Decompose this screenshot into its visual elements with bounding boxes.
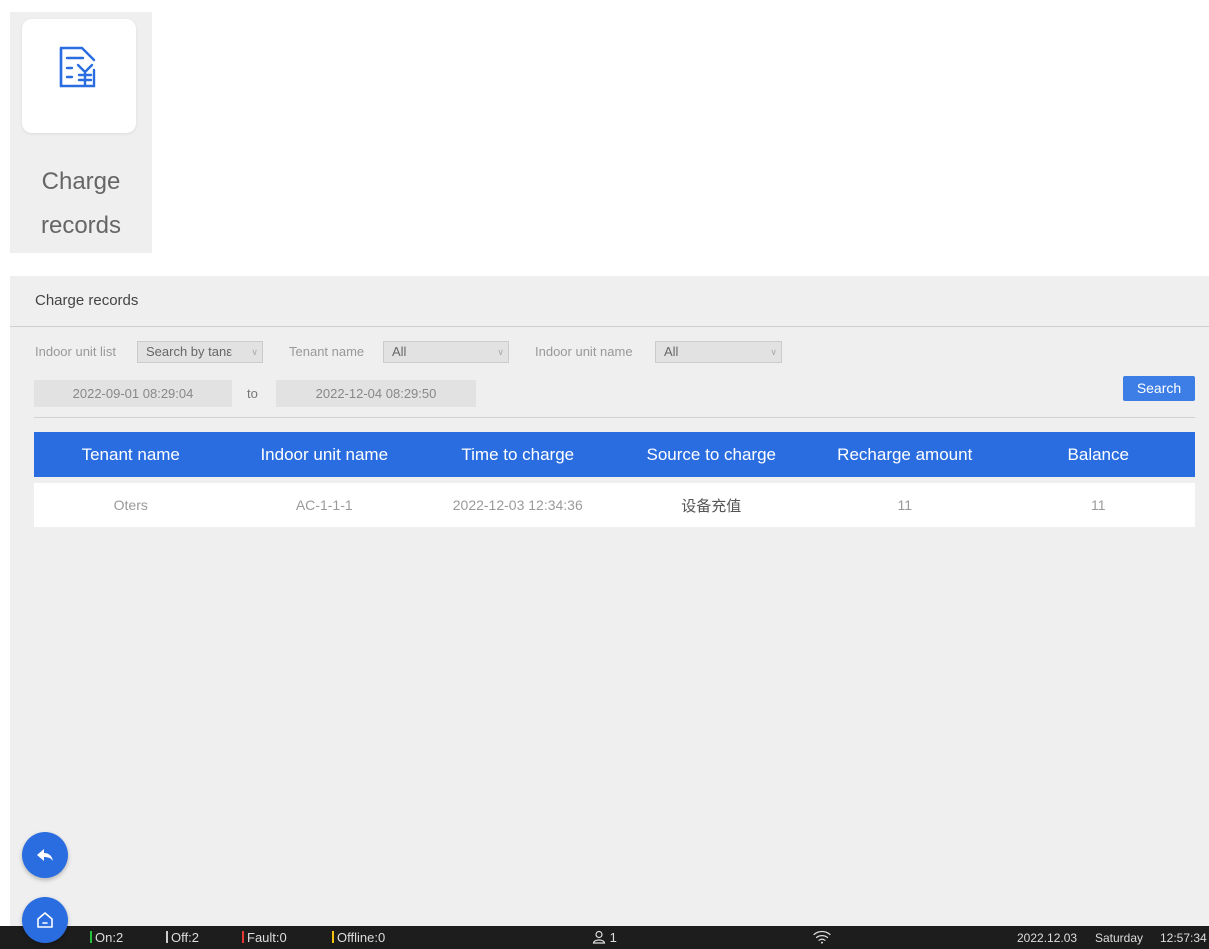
column-header-indoor-unit-name: Indoor unit name <box>227 432 421 477</box>
home-icon <box>37 912 53 928</box>
wifi-status <box>813 930 831 948</box>
chevron-down-icon: ∨ <box>497 347 504 357</box>
user-count-text: 1 <box>609 930 617 945</box>
search-button[interactable]: Search <box>1123 376 1195 401</box>
cell-recharge-amount: 11 <box>808 483 1002 527</box>
reply-arrow-icon <box>37 849 53 861</box>
status-off: Off:2 <box>166 930 199 946</box>
status-off-text: Off:2 <box>171 930 199 945</box>
status-offline-indicator <box>332 931 334 943</box>
status-offline-text: Offline:0 <box>337 930 386 945</box>
divider <box>10 326 1209 327</box>
status-off-indicator <box>166 931 168 943</box>
chevron-down-icon: ∨ <box>251 347 258 357</box>
indoor-unit-list-label: Indoor unit list <box>35 344 116 359</box>
tenant-name-label: Tenant name <box>289 344 365 359</box>
cell-tenant-name: Oters <box>34 483 228 527</box>
status-on-indicator <box>90 931 92 943</box>
chevron-down-icon: ∨ <box>770 347 777 357</box>
indoor-unit-name-value: All <box>664 344 679 359</box>
wifi-icon <box>813 930 831 944</box>
divider <box>34 417 1195 418</box>
status-time: 12:57:34 <box>1160 931 1207 945</box>
panel-title: Charge records <box>35 292 139 309</box>
indoor-unit-list-value: Search by tanε <box>146 344 233 359</box>
user-icon <box>592 930 606 944</box>
status-fault: Fault:0 <box>242 930 287 946</box>
charge-records-panel: Charge records Indoor unit list Search b… <box>10 276 1209 926</box>
charge-records-app-tile[interactable]: Charge records <box>10 12 152 253</box>
home-button[interactable] <box>22 897 68 943</box>
cell-source-to-charge: 设备充值 <box>614 483 808 527</box>
column-header-tenant-name: Tenant name <box>34 432 228 477</box>
column-header-source-to-charge: Source to charge <box>614 432 808 477</box>
status-bar: On:2 Off:2 Fault:0 Offline:0 1 2022.12.0… <box>0 926 1209 949</box>
tile-icon-box <box>22 19 136 133</box>
date-range-to-label: to <box>247 386 258 401</box>
receipt-yen-icon <box>59 46 96 88</box>
cell-balance: 11 <box>1001 483 1195 527</box>
status-weekday: Saturday <box>1095 931 1144 945</box>
indoor-unit-list-select[interactable]: Search by tanε ∨ <box>137 341 263 363</box>
status-fault-text: Fault:0 <box>247 930 287 945</box>
start-date-input[interactable]: 2022-09-01 08:29:04 <box>34 380 232 407</box>
indoor-unit-name-select[interactable]: All ∨ <box>655 341 782 363</box>
indoor-unit-name-label: Indoor unit name <box>535 344 633 359</box>
column-header-recharge-amount: Recharge amount <box>808 432 1002 477</box>
back-button[interactable] <box>22 832 68 878</box>
tenant-name-select[interactable]: All ∨ <box>383 341 509 363</box>
end-date-input[interactable]: 2022-12-04 08:29:50 <box>276 380 476 407</box>
status-on-text: On:2 <box>95 930 124 945</box>
table-header-row: Tenant name Indoor unit name Time to cha… <box>34 432 1195 477</box>
column-header-time-to-charge: Time to charge <box>421 432 615 477</box>
user-count: 1 <box>592 930 617 946</box>
status-date: 2022.12.03 <box>1017 931 1078 945</box>
cell-indoor-unit-name: AC-1-1-1 <box>227 483 421 527</box>
table-row[interactable]: Oters AC-1-1-1 2022-12-03 12:34:36 设备充值 … <box>34 483 1195 527</box>
app-tile-label: Charge records <box>40 168 122 239</box>
status-fault-indicator <box>242 931 244 943</box>
cell-time-to-charge: 2022-12-03 12:34:36 <box>421 483 615 527</box>
column-header-balance: Balance <box>1001 432 1195 477</box>
tenant-name-value: All <box>392 344 407 359</box>
status-on: On:2 <box>90 930 123 946</box>
status-offline: Offline:0 <box>332 930 385 946</box>
charge-records-table: Tenant name Indoor unit name Time to cha… <box>34 432 1195 527</box>
